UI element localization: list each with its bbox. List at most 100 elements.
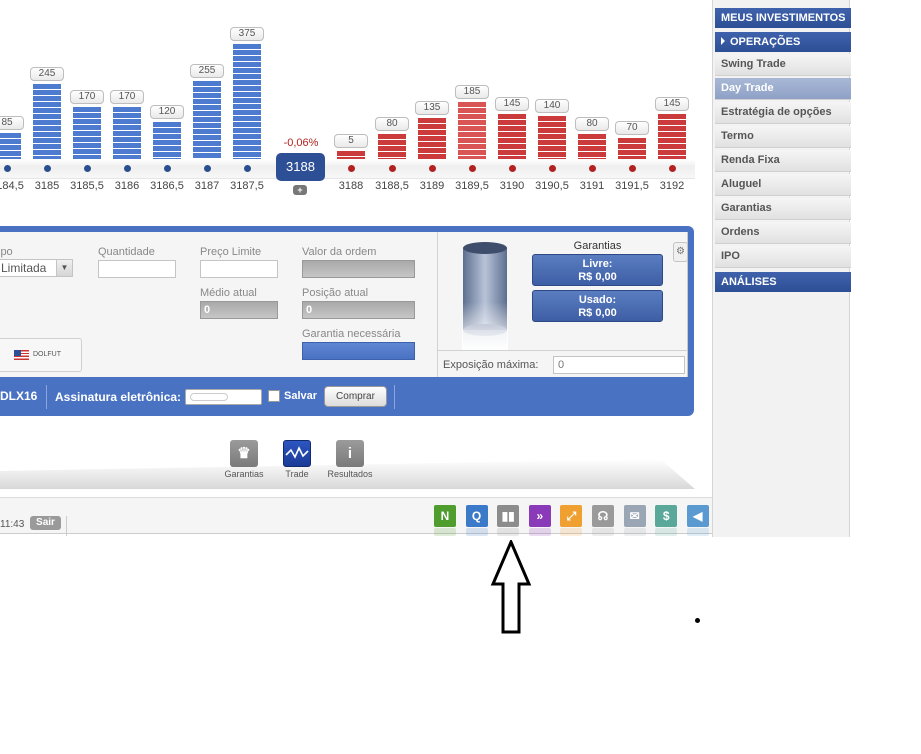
sidebar-item-swing-trade[interactable]: Swing Trade	[715, 54, 851, 76]
expand-ladder-button[interactable]: +	[293, 185, 307, 195]
max-exposure-input[interactable]: 0	[553, 356, 685, 374]
sidebar-item-aluguel[interactable]: Aluguel	[715, 174, 851, 196]
tool-reflection	[592, 528, 614, 536]
sidebar-item-estrat-gia-de-op-es[interactable]: Estratégia de opções	[715, 102, 851, 124]
save-checkbox[interactable]	[268, 390, 280, 402]
sidebar-item-renda-fixa[interactable]: Renda Fixa	[715, 150, 851, 172]
tab-results[interactable]: i Resultados	[320, 440, 380, 479]
sidebar-item-ordens[interactable]: Ordens	[715, 222, 851, 244]
used-guarantee-value: R$ 0,00	[578, 307, 617, 319]
fullscreen-icon[interactable]: ⤢	[560, 505, 583, 527]
quote-icon[interactable]: Q	[465, 505, 488, 527]
sell-quantity-label: 140	[535, 99, 569, 113]
sell-bar	[337, 151, 365, 159]
app-root: 853184,524531851703185,517031861203186,5…	[0, 0, 921, 754]
support-icon[interactable]: ☊	[592, 505, 614, 527]
mail-icon[interactable]: ✉	[623, 505, 646, 527]
guarantee-needed-field	[302, 342, 415, 360]
tab-guarantees[interactable]: ♛ Garantias	[214, 440, 274, 479]
buy-button[interactable]: Comprar	[324, 386, 387, 407]
sidebar-item-day-trade[interactable]: Day Trade	[715, 78, 851, 100]
book-icon[interactable]: ▮▮	[497, 505, 520, 527]
save-label: Salvar	[284, 390, 318, 402]
max-exposure-row: Exposição máxima: 0	[438, 350, 688, 377]
sell-price-dot	[509, 165, 516, 172]
buy-quantity-label: 170	[70, 90, 104, 104]
sound-icon[interactable]: ◀	[686, 505, 709, 527]
buy-price-dot	[164, 165, 171, 172]
avg-price-label: Médio atual	[200, 287, 257, 299]
tool-reflection	[465, 528, 488, 536]
price-limit-input[interactable]	[200, 260, 278, 278]
used-guarantee-label: Usado:	[578, 294, 617, 306]
sidebar-item-termo[interactable]: Termo	[715, 126, 851, 148]
status-bar: 11:43 Sair N Q ▮▮ » ⤢ ☊ ✉ $ ◀	[0, 497, 712, 536]
sidebar-header-investments[interactable]: MEUS INVESTIMENTOS	[715, 8, 851, 28]
sidebar: MEUS INVESTIMENTOS OPERAÇÕES Swing Trade…	[712, 0, 851, 537]
buy-price-label: 3186,5	[150, 180, 184, 192]
logout-button[interactable]: Sair	[30, 516, 61, 530]
buy-bar	[233, 44, 261, 159]
news-icon[interactable]: N	[434, 505, 456, 527]
buy-price-dot	[244, 165, 251, 172]
sell-quantity-label: 80	[575, 117, 609, 131]
sidebar-item-garantias[interactable]: Garantias	[715, 198, 851, 220]
buy-price-label: 3187,5	[230, 180, 264, 192]
sell-price-dot	[669, 165, 676, 172]
buy-price-dot	[4, 165, 11, 172]
buy-quantity-label: 170	[110, 90, 144, 104]
clock: 11:43	[0, 519, 25, 530]
tab-trade[interactable]: Trade	[267, 440, 327, 479]
dollar-icon[interactable]: $	[655, 505, 678, 527]
buy-quantity-label: 85	[0, 116, 24, 130]
free-guarantee-value: R$ 0,00	[578, 271, 617, 283]
guarantee-cylinder-icon	[462, 242, 508, 350]
sell-price-label: 3190	[499, 180, 525, 192]
sell-bar	[378, 134, 406, 159]
sell-price-dot	[469, 165, 476, 172]
sell-price-label: 3189,5	[455, 180, 489, 192]
guarantees-title: Garantias	[573, 240, 622, 252]
sidebar-header-analyses[interactable]: ANÁLISES	[715, 272, 851, 292]
tab-results-label: Resultados	[327, 469, 373, 479]
asset-chip[interactable]: DOLFUT	[0, 338, 82, 372]
price-change-percent: -0,06%	[283, 137, 319, 149]
gear-icon[interactable]: ⚙	[673, 242, 688, 262]
sell-quantity-label: 135	[415, 101, 449, 115]
sell-bar	[458, 102, 486, 159]
avg-price-field: 0	[200, 301, 278, 319]
sidebar-header-operations[interactable]: OPERAÇÕES	[715, 32, 851, 52]
sell-price-dot	[629, 165, 636, 172]
guarantee-needed-label: Garantia necessária	[302, 328, 401, 340]
us-flag-icon	[14, 350, 29, 360]
signature-input[interactable]	[185, 389, 262, 405]
tool-reflection	[686, 528, 709, 536]
tool-reflection	[560, 528, 583, 536]
order-panel: ipo Limitada ▼ Quantidade Preço Limite V…	[0, 226, 694, 416]
chevron-down-icon[interactable]: ▼	[56, 260, 72, 276]
tab-trade-label: Trade	[285, 469, 309, 479]
buy-bar	[0, 133, 21, 159]
order-type-select[interactable]: Limitada ▼	[0, 259, 73, 277]
crown-icon: ♛	[230, 440, 258, 467]
buy-bar	[193, 81, 221, 159]
sell-price-dot	[589, 165, 596, 172]
caret-right-icon	[721, 37, 725, 45]
last-price-button[interactable]: 3188	[276, 153, 325, 181]
forward-icon[interactable]: »	[528, 505, 551, 527]
order-type-value: Limitada	[1, 261, 47, 275]
sidebar-header-operations-label: OPERAÇÕES	[730, 36, 801, 48]
buy-quantity-label: 120	[150, 105, 184, 119]
annotation-arrow-icon	[490, 540, 532, 634]
sell-bar	[578, 134, 606, 159]
sidebar-item-ipo[interactable]: IPO	[715, 246, 851, 268]
buy-price-dot	[44, 165, 51, 172]
tool-reflection	[655, 528, 678, 536]
tool-reflection	[528, 528, 551, 536]
tool-reflection	[497, 528, 520, 536]
buy-price-label: 3187	[194, 180, 220, 192]
info-icon: i	[336, 440, 364, 467]
buy-quantity-label: 245	[30, 67, 64, 81]
key-icon	[190, 393, 228, 401]
quantity-input[interactable]	[98, 260, 176, 278]
